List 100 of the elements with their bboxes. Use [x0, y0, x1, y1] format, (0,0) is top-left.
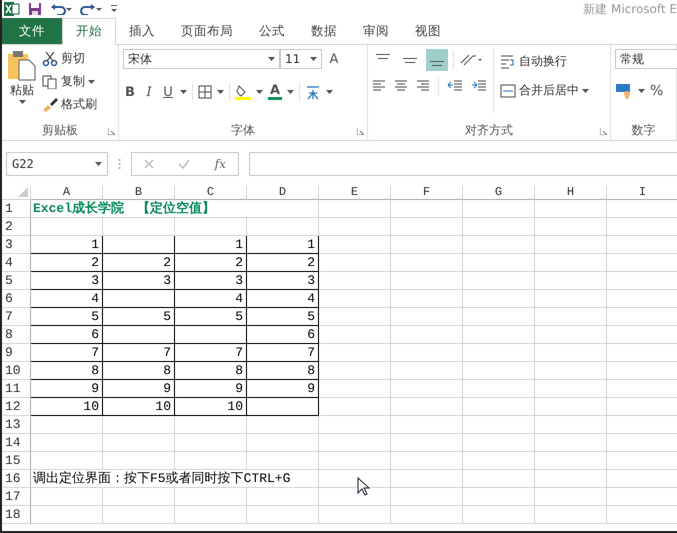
copy-icon [42, 74, 58, 88]
bottom-align-button[interactable] [426, 49, 448, 71]
dialog-launcher-icon[interactable] [108, 128, 115, 135]
mouse-pointer-icon [357, 477, 370, 496]
font-color-button[interactable]: A [268, 84, 282, 100]
column-header[interactable]: F [391, 186, 463, 200]
caret-icon[interactable] [18, 100, 26, 104]
ribbon-tab[interactable]: 插入 [116, 18, 168, 44]
row-header[interactable]: 8 [2, 326, 31, 344]
column-header[interactable]: A [31, 186, 103, 200]
empty-cell [319, 326, 391, 344]
save-icon[interactable] [28, 2, 42, 16]
row-header[interactable]: 10 [2, 362, 31, 380]
align-right-icon[interactable] [416, 80, 430, 92]
undo-icon[interactable] [50, 3, 72, 15]
paste-button[interactable]: 粘贴 [6, 49, 38, 120]
row-header[interactable]: 1 [2, 200, 31, 218]
table-cell: 9 [247, 380, 319, 398]
dialog-launcher-icon[interactable] [600, 128, 607, 135]
row-header[interactable]: 14 [2, 434, 31, 452]
row-header[interactable]: 9 [2, 344, 31, 362]
table-cell: 4 [175, 290, 247, 308]
excel-logo-icon[interactable] [4, 1, 20, 17]
ribbon-tab[interactable]: 页面布局 [168, 18, 246, 44]
redo-icon[interactable] [80, 3, 102, 15]
column-header[interactable]: G [463, 186, 535, 200]
row-header[interactable]: 2 [2, 218, 31, 236]
row-header[interactable]: 15 [2, 452, 31, 470]
grow-font-button[interactable]: A [327, 52, 341, 66]
empty-cell [247, 218, 319, 236]
empty-cell [535, 452, 607, 470]
insert-function-button[interactable]: fx [214, 157, 226, 171]
row-header[interactable]: 12 [2, 398, 31, 416]
empty-cell [319, 236, 391, 254]
decrease-indent-icon[interactable] [447, 80, 463, 92]
merge-center-button[interactable]: 合并后居中 [500, 81, 589, 100]
ribbon-tab[interactable]: 数据 [298, 18, 350, 44]
row-header[interactable]: 4 [2, 254, 31, 272]
empty-cell [463, 290, 535, 308]
caret-icon[interactable] [287, 90, 294, 94]
copy-button[interactable]: 复制 [42, 72, 97, 91]
caret-icon[interactable] [326, 90, 333, 94]
font-size-field[interactable]: 11 [280, 49, 322, 69]
row-header[interactable]: 7 [2, 308, 31, 326]
row-header[interactable]: 17 [2, 488, 31, 506]
column-header[interactable]: E [319, 186, 391, 200]
italic-button[interactable]: I [142, 84, 156, 100]
column-header[interactable]: I [607, 186, 677, 200]
caret-icon[interactable] [268, 57, 275, 61]
ribbon-tab[interactable]: 审阅 [350, 18, 402, 44]
ribbon-tab[interactable]: 视图 [402, 18, 454, 44]
borders-icon[interactable] [198, 85, 212, 99]
caret-icon[interactable] [582, 88, 589, 92]
currency-icon[interactable] [615, 83, 633, 99]
caret-icon[interactable] [217, 90, 224, 94]
align-left-icon[interactable] [372, 80, 386, 92]
column-header[interactable]: B [103, 186, 175, 200]
row-header[interactable]: 3 [2, 236, 31, 254]
column-header[interactable]: D [247, 186, 319, 200]
font-name-field[interactable]: 宋体 [123, 49, 280, 69]
fill-color-icon[interactable] [235, 84, 251, 100]
caret-icon[interactable] [310, 57, 317, 61]
name-box[interactable]: G22 [6, 152, 108, 176]
caret-icon[interactable] [638, 89, 645, 93]
column-header[interactable]: C [175, 186, 247, 200]
empty-cell [319, 308, 391, 326]
table-cell: 6 [31, 326, 103, 344]
row-header[interactable]: 5 [2, 272, 31, 290]
dialog-launcher-icon[interactable] [357, 128, 364, 135]
bold-button[interactable]: B [123, 84, 137, 100]
column-header[interactable]: H [535, 186, 607, 200]
empty-cell [463, 272, 535, 290]
merge-icon [500, 84, 516, 98]
empty-cell [247, 506, 319, 524]
file-tab[interactable]: 文件 [2, 18, 62, 44]
orientation-icon[interactable] [459, 53, 483, 67]
caret-icon[interactable] [88, 80, 95, 84]
caret-icon[interactable] [256, 90, 263, 94]
empty-cell [463, 200, 535, 218]
formula-input[interactable] [249, 152, 677, 176]
caret-icon[interactable] [180, 90, 187, 94]
row-header[interactable]: 6 [2, 290, 31, 308]
table-cell: 7 [247, 344, 319, 362]
align-center-icon[interactable] [394, 80, 408, 92]
format-painter-button[interactable]: 格式刷 [42, 95, 97, 114]
customize-caret-icon[interactable] [110, 4, 118, 14]
ribbon-tab[interactable]: 公式 [246, 18, 298, 44]
caret-icon[interactable] [95, 162, 102, 166]
number-format-field[interactable]: 常规 [615, 49, 677, 69]
row-header[interactable]: 18 [2, 506, 31, 524]
wrap-text-button[interactable]: 自动换行 [500, 52, 589, 71]
underline-button[interactable]: U [161, 84, 175, 100]
row-header[interactable]: 16 [2, 470, 31, 488]
row-header[interactable]: 11 [2, 380, 31, 398]
row-header[interactable]: 13 [2, 416, 31, 434]
lines-icon [403, 58, 417, 62]
cut-button[interactable]: 剪切 [42, 49, 97, 68]
ribbon-tab[interactable]: 开始 [62, 18, 116, 45]
percent-button[interactable]: % [650, 83, 664, 99]
increase-indent-icon[interactable] [471, 80, 487, 92]
